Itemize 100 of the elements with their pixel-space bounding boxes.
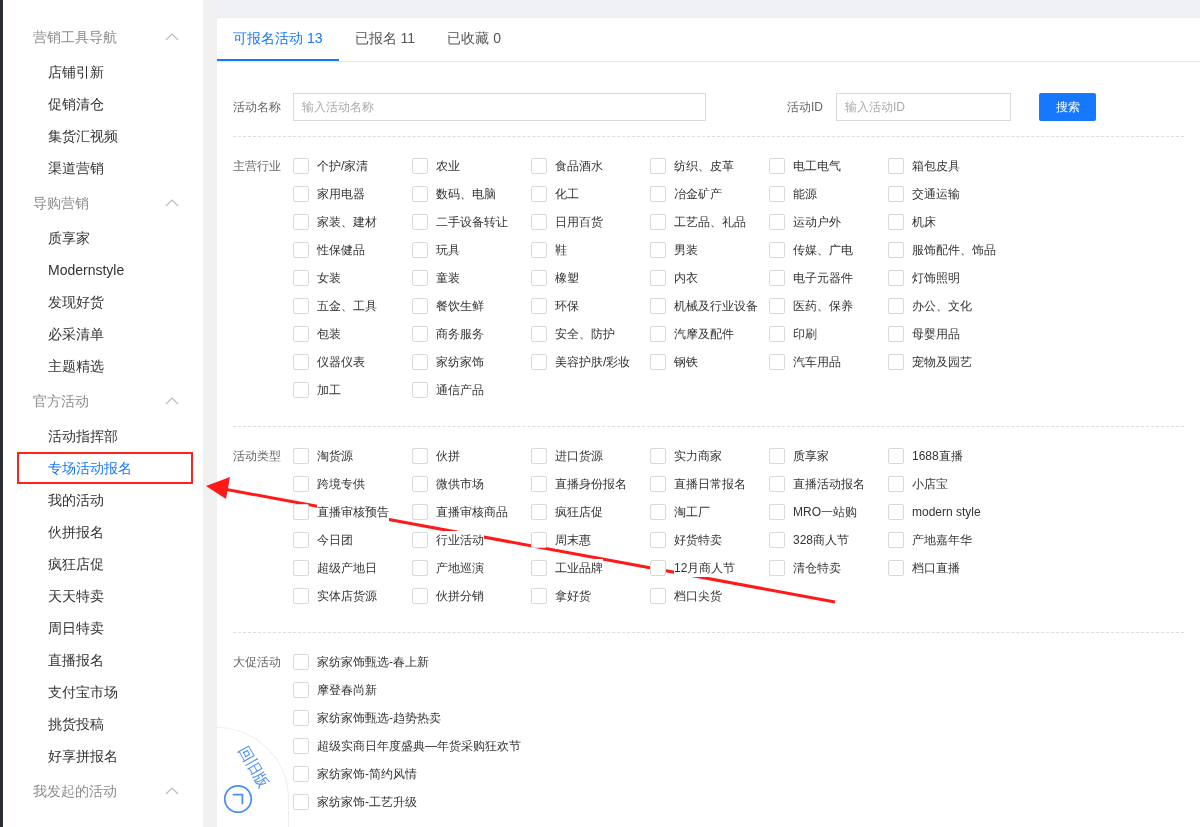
checkbox[interactable] (769, 186, 785, 202)
checkbox[interactable] (888, 560, 904, 576)
checkbox[interactable] (888, 354, 904, 370)
chevron-up-icon[interactable] (165, 33, 179, 41)
tab[interactable]: 已报名 11 (338, 18, 432, 61)
sidebar-item[interactable]: 直播报名 (3, 644, 203, 676)
checkbox[interactable] (293, 448, 309, 464)
checkbox[interactable] (412, 560, 428, 576)
checkbox[interactable] (412, 448, 428, 464)
checkbox[interactable] (531, 270, 547, 286)
checkbox[interactable] (888, 270, 904, 286)
checkbox[interactable] (293, 654, 309, 670)
sidebar-item[interactable]: 活动指挥部 (3, 420, 203, 452)
checkbox[interactable] (293, 242, 309, 258)
checkbox[interactable] (531, 504, 547, 520)
checkbox[interactable] (412, 298, 428, 314)
checkbox[interactable] (650, 560, 666, 576)
checkbox[interactable] (769, 326, 785, 342)
checkbox[interactable] (293, 560, 309, 576)
checkbox[interactable] (769, 214, 785, 230)
checkbox[interactable] (293, 158, 309, 174)
checkbox[interactable] (888, 326, 904, 342)
checkbox[interactable] (293, 214, 309, 230)
sidebar-item[interactable]: 集货汇视频 (3, 120, 203, 152)
checkbox[interactable] (293, 766, 309, 782)
checkbox[interactable] (293, 710, 309, 726)
checkbox[interactable] (531, 532, 547, 548)
checkbox[interactable] (531, 186, 547, 202)
checkbox[interactable] (531, 158, 547, 174)
checkbox[interactable] (650, 588, 666, 604)
checkbox[interactable] (650, 186, 666, 202)
section-header[interactable]: 营销工具导航 (33, 26, 117, 48)
checkbox[interactable] (412, 532, 428, 548)
checkbox[interactable] (293, 682, 309, 698)
checkbox[interactable] (412, 186, 428, 202)
sidebar-item[interactable]: 支付宝市场 (3, 676, 203, 708)
checkbox[interactable] (293, 382, 309, 398)
checkbox[interactable] (650, 448, 666, 464)
chevron-up-icon[interactable] (165, 199, 179, 207)
tab[interactable]: 已收藏 0 (431, 18, 517, 61)
checkbox[interactable] (293, 794, 309, 810)
section-header[interactable]: 导购营销 (33, 192, 89, 214)
checkbox[interactable] (650, 158, 666, 174)
sidebar-item[interactable]: 伙拼报名 (3, 516, 203, 548)
checkbox[interactable] (769, 476, 785, 492)
sidebar-item[interactable]: 我的活动 (3, 484, 203, 516)
sidebar-item[interactable]: 周日特卖 (3, 612, 203, 644)
checkbox[interactable] (888, 504, 904, 520)
checkbox[interactable] (769, 270, 785, 286)
checkbox[interactable] (769, 354, 785, 370)
sidebar-item[interactable]: Modernstyle (3, 254, 203, 286)
checkbox[interactable] (888, 242, 904, 258)
checkbox[interactable] (888, 214, 904, 230)
checkbox[interactable] (888, 448, 904, 464)
checkbox[interactable] (769, 448, 785, 464)
checkbox[interactable] (769, 532, 785, 548)
checkbox[interactable] (650, 476, 666, 492)
checkbox[interactable] (531, 560, 547, 576)
checkbox[interactable] (888, 186, 904, 202)
checkbox[interactable] (769, 242, 785, 258)
section-header[interactable]: 我发起的活动 (33, 780, 117, 802)
chevron-up-icon[interactable] (165, 397, 179, 405)
checkbox[interactable] (531, 242, 547, 258)
sidebar-item[interactable]: 专场活动报名 (17, 452, 193, 484)
checkbox[interactable] (531, 448, 547, 464)
sidebar-item[interactable]: 店铺引新 (3, 56, 203, 88)
checkbox[interactable] (293, 532, 309, 548)
checkbox[interactable] (293, 298, 309, 314)
sidebar-item[interactable]: 渠道营销 (3, 152, 203, 184)
sidebar-item[interactable]: 质享家 (3, 222, 203, 254)
sidebar-item[interactable]: 挑货投稿 (3, 708, 203, 740)
checkbox[interactable] (293, 738, 309, 754)
sidebar-item[interactable]: 好享拼报名 (3, 740, 203, 772)
checkbox[interactable] (888, 298, 904, 314)
activity-name-field[interactable]: 输入活动名称 (293, 93, 706, 121)
checkbox[interactable] (650, 504, 666, 520)
checkbox[interactable] (650, 326, 666, 342)
checkbox[interactable] (412, 476, 428, 492)
chevron-up-icon[interactable] (165, 787, 179, 795)
checkbox[interactable] (769, 298, 785, 314)
checkbox[interactable] (531, 476, 547, 492)
checkbox[interactable] (888, 532, 904, 548)
checkbox[interactable] (531, 326, 547, 342)
checkbox[interactable] (293, 588, 309, 604)
sidebar-item[interactable]: 必采清单 (3, 318, 203, 350)
checkbox[interactable] (650, 354, 666, 370)
checkbox[interactable] (650, 270, 666, 286)
checkbox[interactable] (650, 532, 666, 548)
checkbox[interactable] (412, 354, 428, 370)
checkbox[interactable] (412, 504, 428, 520)
sidebar-item[interactable]: 疯狂店促 (3, 548, 203, 580)
checkbox[interactable] (531, 214, 547, 230)
checkbox[interactable] (769, 560, 785, 576)
checkbox[interactable] (412, 326, 428, 342)
search-button[interactable]: 搜索 (1039, 93, 1096, 121)
checkbox[interactable] (769, 504, 785, 520)
checkbox[interactable] (293, 186, 309, 202)
checkbox[interactable] (531, 354, 547, 370)
checkbox[interactable] (293, 354, 309, 370)
checkbox[interactable] (293, 504, 309, 520)
